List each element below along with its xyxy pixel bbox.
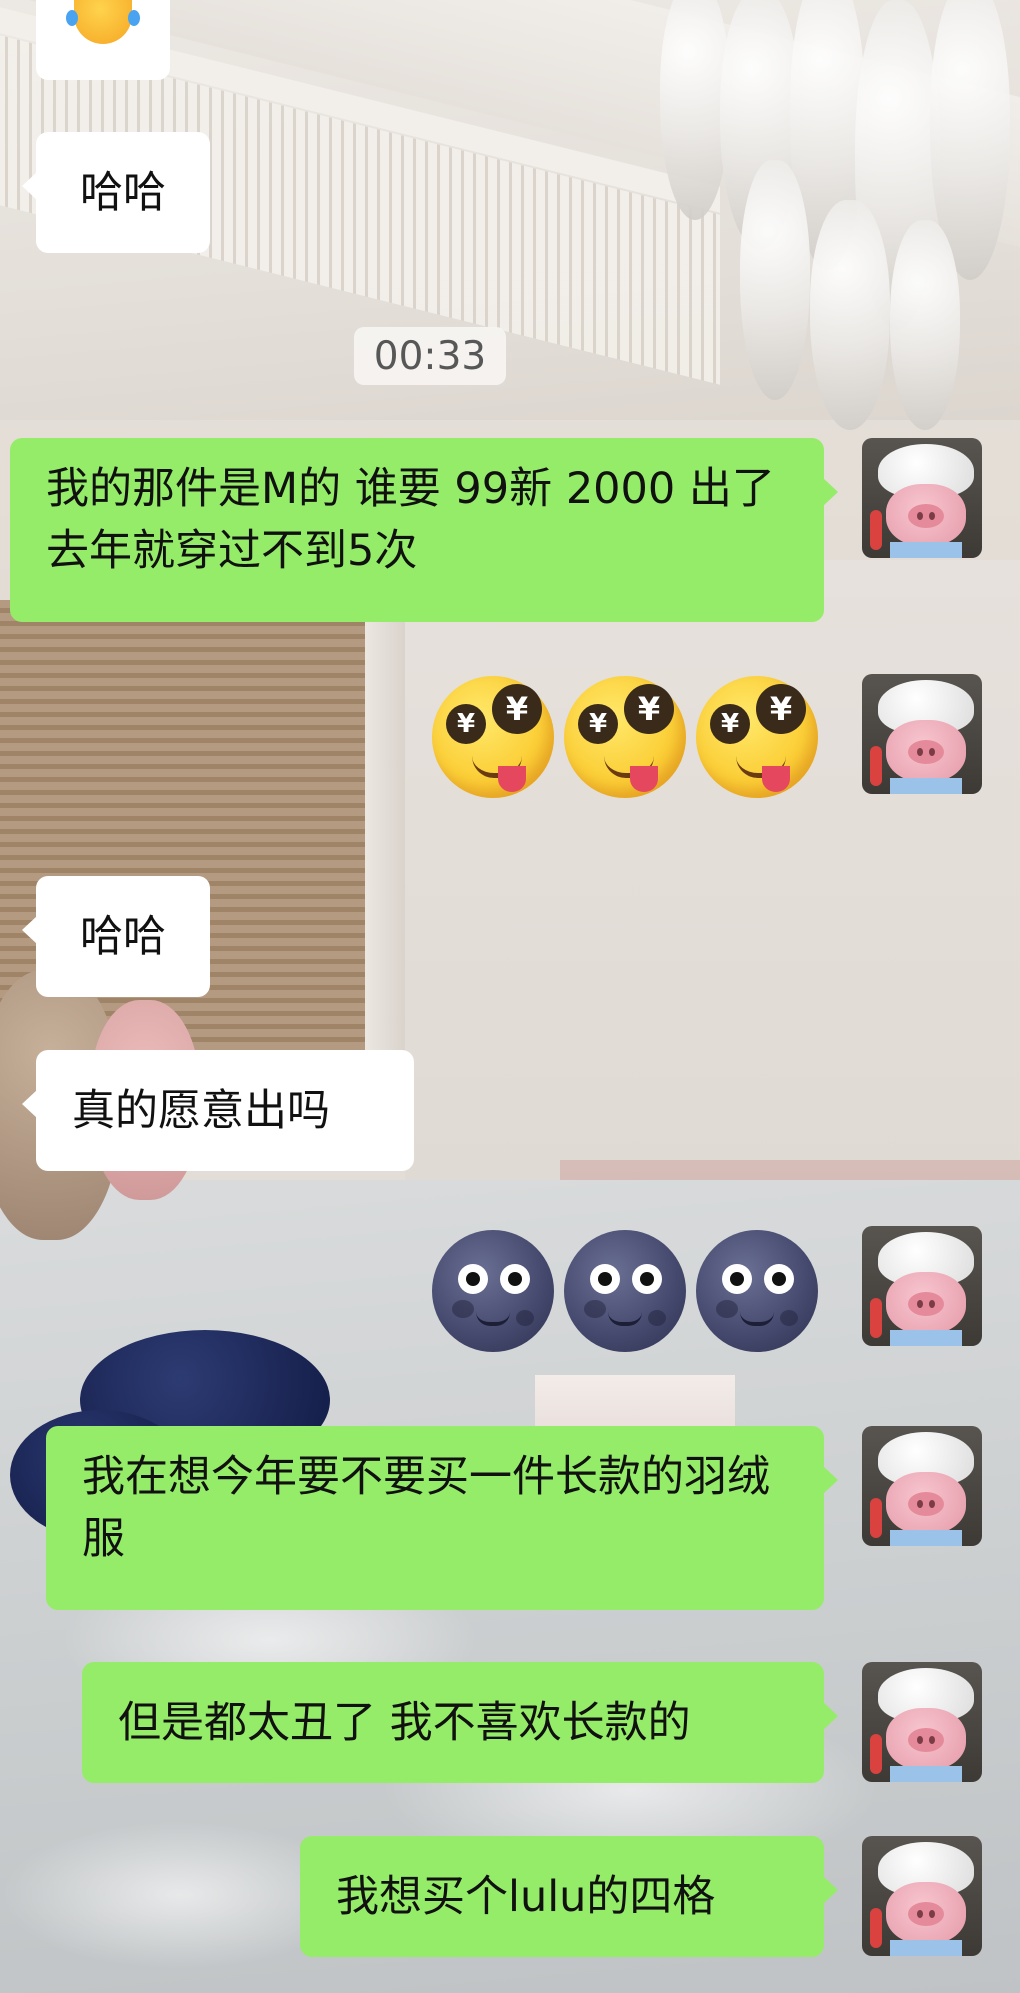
money-eyes-tongue-emoji-icon[interactable]: ¥ ¥ xyxy=(432,676,554,798)
sent-message-bubble[interactable]: 但是都太丑了 我不喜欢长款的 xyxy=(82,1662,838,1783)
message-text: 但是都太丑了 我不喜欢长款的 xyxy=(118,1697,691,1748)
received-message-bubble[interactable]: 哈哈 xyxy=(22,132,210,253)
message-text: 我在想今年要不要买一件长款的羽绒服 xyxy=(82,1452,770,1564)
new-moon-face-emoji-icon[interactable] xyxy=(564,1230,686,1352)
timestamp-text: 00:33 xyxy=(373,333,487,379)
sent-message-bubble[interactable]: 我在想今年要不要买一件长款的羽绒服 xyxy=(46,1426,838,1610)
new-moon-face-emoji-icon[interactable] xyxy=(432,1230,554,1352)
my-avatar[interactable] xyxy=(862,1426,982,1546)
sent-message-bubble[interactable]: 我想买个lulu的四格 xyxy=(300,1836,838,1957)
message-text: 哈哈 xyxy=(80,167,166,218)
message-text: 我想买个lulu的四格 xyxy=(336,1871,716,1922)
my-avatar[interactable] xyxy=(862,674,982,794)
chat-timestamp: 00:33 xyxy=(354,327,506,385)
money-eyes-tongue-emoji-icon[interactable]: ¥ ¥ xyxy=(696,676,818,798)
my-avatar[interactable] xyxy=(862,1836,982,1956)
my-avatar[interactable] xyxy=(862,438,982,558)
money-eyes-tongue-emoji-icon[interactable]: ¥ ¥ xyxy=(564,676,686,798)
new-moon-face-emoji-icon[interactable] xyxy=(696,1230,818,1352)
message-text: 真的愿意出吗 xyxy=(72,1085,330,1136)
laughing-crying-emoji-icon xyxy=(74,0,132,44)
my-avatar[interactable] xyxy=(862,1226,982,1346)
message-text: 我的那件是M的 谁要 99新 2000 出了 去年就穿过不到5次 xyxy=(46,464,775,576)
received-message-bubble[interactable]: 哈哈 xyxy=(22,876,210,997)
message-text: 哈哈 xyxy=(80,911,166,962)
my-avatar[interactable] xyxy=(862,1662,982,1782)
received-message-bubble[interactable]: 真的愿意出吗 xyxy=(22,1050,414,1171)
sent-message-bubble[interactable]: 我的那件是M的 谁要 99新 2000 出了 去年就穿过不到5次 xyxy=(10,438,838,622)
received-emoji-message[interactable] xyxy=(36,0,170,80)
chat-message-list[interactable]: 哈哈 00:33 我的那件是M的 谁要 99新 2000 出了 去年就穿过不到5… xyxy=(0,0,1020,1993)
